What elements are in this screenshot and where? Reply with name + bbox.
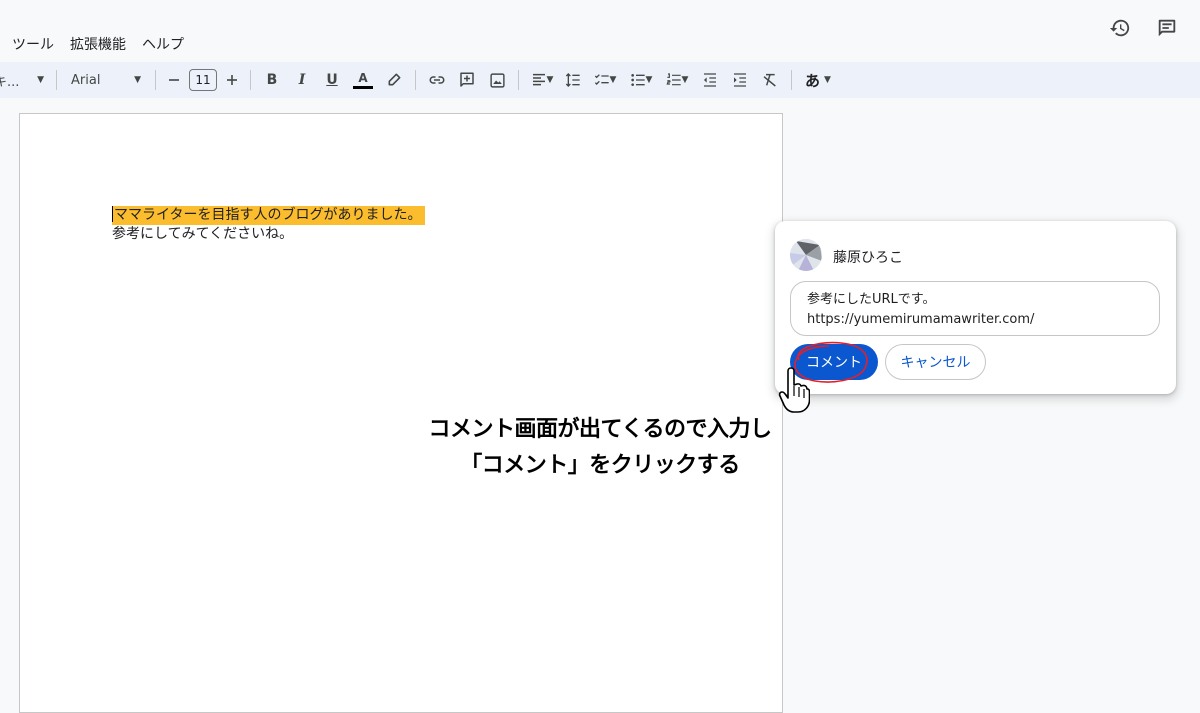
- align-left-icon: [532, 73, 545, 86]
- chevron-down-icon: ▼: [134, 75, 141, 85]
- input-tools-dropdown[interactable]: あ ▼: [798, 66, 838, 94]
- comment-text-line-1: 参考にしたURLです。: [807, 292, 936, 307]
- menu-tools[interactable]: ツール: [12, 34, 54, 54]
- image-icon: [489, 72, 505, 88]
- divider: [250, 70, 251, 90]
- document-line-1: ママライターを目指す人のブログがありました。: [114, 207, 422, 223]
- insert-image-button[interactable]: [482, 66, 512, 94]
- paragraph-style-label: キ...: [0, 74, 20, 90]
- menu-extensions[interactable]: 拡張機能: [70, 34, 126, 54]
- text-color-button[interactable]: A: [347, 66, 379, 94]
- increase-font-size-button[interactable]: [220, 66, 244, 94]
- formatting-toolbar: キ... ▼ Arial ▼ 11 B I U A ▼ ▼ ▼ ▼ あ ▼: [0, 62, 1200, 98]
- input-tools-icon: あ: [805, 71, 821, 90]
- text-cursor: [112, 206, 113, 222]
- font-name-label: Arial: [71, 72, 101, 88]
- avatar: [790, 239, 822, 271]
- add-comment-icon: [460, 72, 474, 87]
- menu-items: ツール 拡張機能 ヘルプ: [12, 34, 184, 54]
- clear-formatting-button[interactable]: [755, 66, 785, 94]
- insert-link-button[interactable]: [422, 66, 452, 94]
- divider: [791, 70, 792, 90]
- highlighter-icon: [388, 73, 401, 86]
- bold-icon: B: [266, 72, 278, 88]
- font-size-value[interactable]: 11: [189, 69, 217, 91]
- comments-icon[interactable]: [1155, 16, 1179, 40]
- bulleted-list-icon: [630, 74, 645, 86]
- chevron-down-icon: ▼: [546, 75, 554, 85]
- plus-icon: [227, 75, 237, 85]
- align-dropdown[interactable]: ▼: [525, 66, 559, 94]
- decrease-indent-icon: [704, 73, 716, 87]
- decrease-indent-button[interactable]: [695, 66, 725, 94]
- increase-indent-button[interactable]: [725, 66, 755, 94]
- underline-icon: U: [326, 72, 338, 88]
- submit-comment-button[interactable]: コメント: [790, 344, 878, 380]
- font-size-field[interactable]: 11: [186, 66, 220, 94]
- italic-icon: I: [298, 72, 306, 88]
- clear-formatting-icon: [763, 73, 776, 87]
- italic-button[interactable]: I: [287, 66, 317, 94]
- link-icon: [429, 76, 445, 84]
- highlight-color-button[interactable]: [379, 66, 409, 94]
- chevron-down-icon: ▼: [681, 75, 689, 85]
- minus-icon: [169, 79, 179, 81]
- font-dropdown[interactable]: Arial ▼: [63, 66, 149, 94]
- annotation-line-1: コメント画面が出てくるので入力し: [428, 417, 772, 442]
- decrease-font-size-button[interactable]: [162, 66, 186, 94]
- highlighted-text[interactable]: ママライターを目指す人のブログがありました。: [112, 206, 426, 225]
- comment-author: 藤原ひろこ: [833, 250, 903, 266]
- comment-input[interactable]: 参考にしたURLです。 https://yumemirumamawriter.c…: [790, 281, 1160, 336]
- chevron-down-icon: ▼: [824, 75, 831, 85]
- text-color-letter: A: [358, 70, 368, 85]
- numbered-list-icon: [666, 73, 681, 86]
- menu-help[interactable]: ヘルプ: [142, 34, 184, 54]
- chevron-down-icon: ▼: [37, 75, 44, 85]
- line-spacing-button[interactable]: [559, 66, 587, 94]
- increase-indent-icon: [734, 73, 746, 87]
- underline-button[interactable]: U: [317, 66, 347, 94]
- text-color-icon: A: [353, 72, 373, 89]
- divider: [415, 70, 416, 90]
- divider: [518, 70, 519, 90]
- version-history-icon[interactable]: [1108, 16, 1132, 40]
- add-comment-button[interactable]: [452, 66, 482, 94]
- line-spacing-icon: [565, 73, 580, 87]
- cancel-button[interactable]: キャンセル: [885, 344, 986, 380]
- paragraph-style-dropdown[interactable]: キ... ▼: [0, 66, 50, 94]
- bulleted-list-dropdown[interactable]: ▼: [623, 66, 659, 94]
- bold-button[interactable]: B: [257, 66, 287, 94]
- chevron-down-icon: ▼: [645, 75, 653, 85]
- checklist-icon: [594, 74, 609, 85]
- comment-card: 藤原ひろこ 参考にしたURLです。 https://yumemirumamawr…: [775, 221, 1176, 394]
- chevron-down-icon: ▼: [609, 75, 617, 85]
- divider: [155, 70, 156, 90]
- instruction-annotation: コメント画面が出てくるので入力し 「コメント」をクリックする: [400, 412, 800, 484]
- document-line-2[interactable]: 参考にしてみてくださいね。: [112, 225, 293, 244]
- numbered-list-dropdown[interactable]: ▼: [659, 66, 695, 94]
- annotation-line-2: 「コメント」をクリックする: [460, 453, 740, 478]
- comment-text-line-2: https://yumemirumamawriter.com/: [807, 312, 1035, 327]
- checklist-dropdown[interactable]: ▼: [587, 66, 623, 94]
- menu-bar: ツール 拡張機能 ヘルプ: [0, 0, 1200, 60]
- divider: [56, 70, 57, 90]
